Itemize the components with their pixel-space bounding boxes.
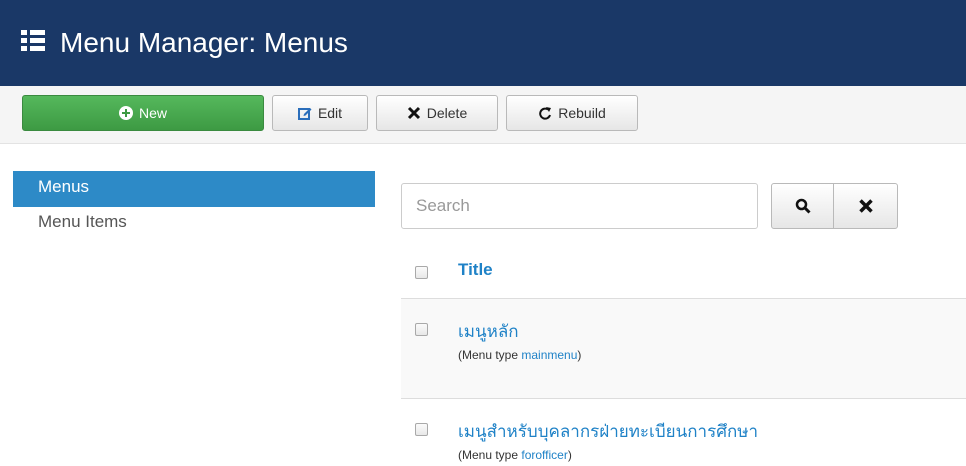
refresh-icon — [539, 107, 552, 120]
page-header: Menu Manager: Menus — [0, 0, 966, 86]
menu-title-link[interactable]: เมนูหลัก — [458, 318, 519, 345]
plus-circle-icon — [118, 106, 133, 120]
clear-search-button[interactable] — [833, 183, 898, 229]
edit-icon — [297, 108, 312, 120]
delete-button-label: Delete — [426, 105, 468, 121]
rebuild-button[interactable]: Rebuild — [506, 95, 638, 131]
rebuild-button-label: Rebuild — [558, 105, 606, 121]
edit-button[interactable]: Edit — [272, 95, 368, 131]
page-title: Menu Manager: Menus — [60, 27, 348, 58]
menu-type-text: (Menu type mainmenu) — [458, 348, 581, 362]
menu-title-link[interactable]: เมนูสำหรับบุคลากรฝ่ายทะเบียนการศึกษา — [458, 418, 758, 445]
row-checkbox[interactable] — [415, 423, 428, 436]
edit-button-label: Edit — [317, 105, 343, 121]
sidebar-item-menu-items[interactable]: Menu Items — [13, 211, 375, 235]
menu-type-suffix: ) — [567, 448, 572, 462]
delete-button[interactable]: Delete — [376, 95, 498, 131]
close-icon — [407, 106, 420, 120]
search-input[interactable]: Search — [401, 183, 758, 229]
menu-type-link[interactable]: forofficer — [521, 448, 567, 462]
divider — [401, 398, 966, 399]
toolbar: New Edit Delete Rebuild — [0, 86, 966, 144]
new-button-label: New — [138, 105, 167, 121]
menu-type-text: (Menu type forofficer) — [458, 448, 572, 462]
list-icon — [21, 30, 45, 51]
menu-type-suffix: ) — [577, 348, 582, 362]
new-button[interactable]: New — [22, 95, 264, 131]
sidebar: Menus Menu Items — [13, 171, 375, 235]
menu-type-prefix: (Menu type — [458, 348, 522, 362]
menu-type-link[interactable]: mainmenu — [521, 348, 577, 362]
menu-type-prefix: (Menu type — [458, 448, 522, 462]
sidebar-item-menus[interactable]: Menus — [13, 171, 375, 207]
select-all-checkbox[interactable] — [415, 266, 428, 279]
row-checkbox[interactable] — [415, 323, 428, 336]
search-button[interactable] — [771, 183, 834, 229]
close-icon — [858, 199, 873, 213]
column-header-title[interactable]: Title — [458, 260, 493, 280]
search-icon — [795, 198, 811, 214]
